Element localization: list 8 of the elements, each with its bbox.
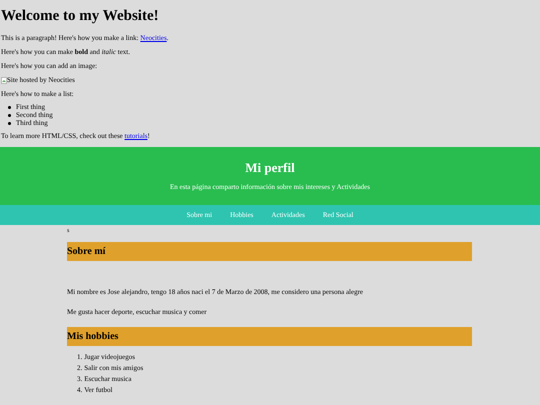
bullet-icon <box>8 122 11 124</box>
broken-image-icon <box>1 77 7 84</box>
bullet-icon <box>8 114 11 116</box>
section-heading: Mis hobbies <box>67 327 472 346</box>
header-title: Mi perfil <box>245 160 295 175</box>
section-heading: Sobre mí <box>67 242 472 261</box>
page-title: Welcome to my Website! <box>1 8 159 25</box>
bullet-icon <box>8 106 11 108</box>
